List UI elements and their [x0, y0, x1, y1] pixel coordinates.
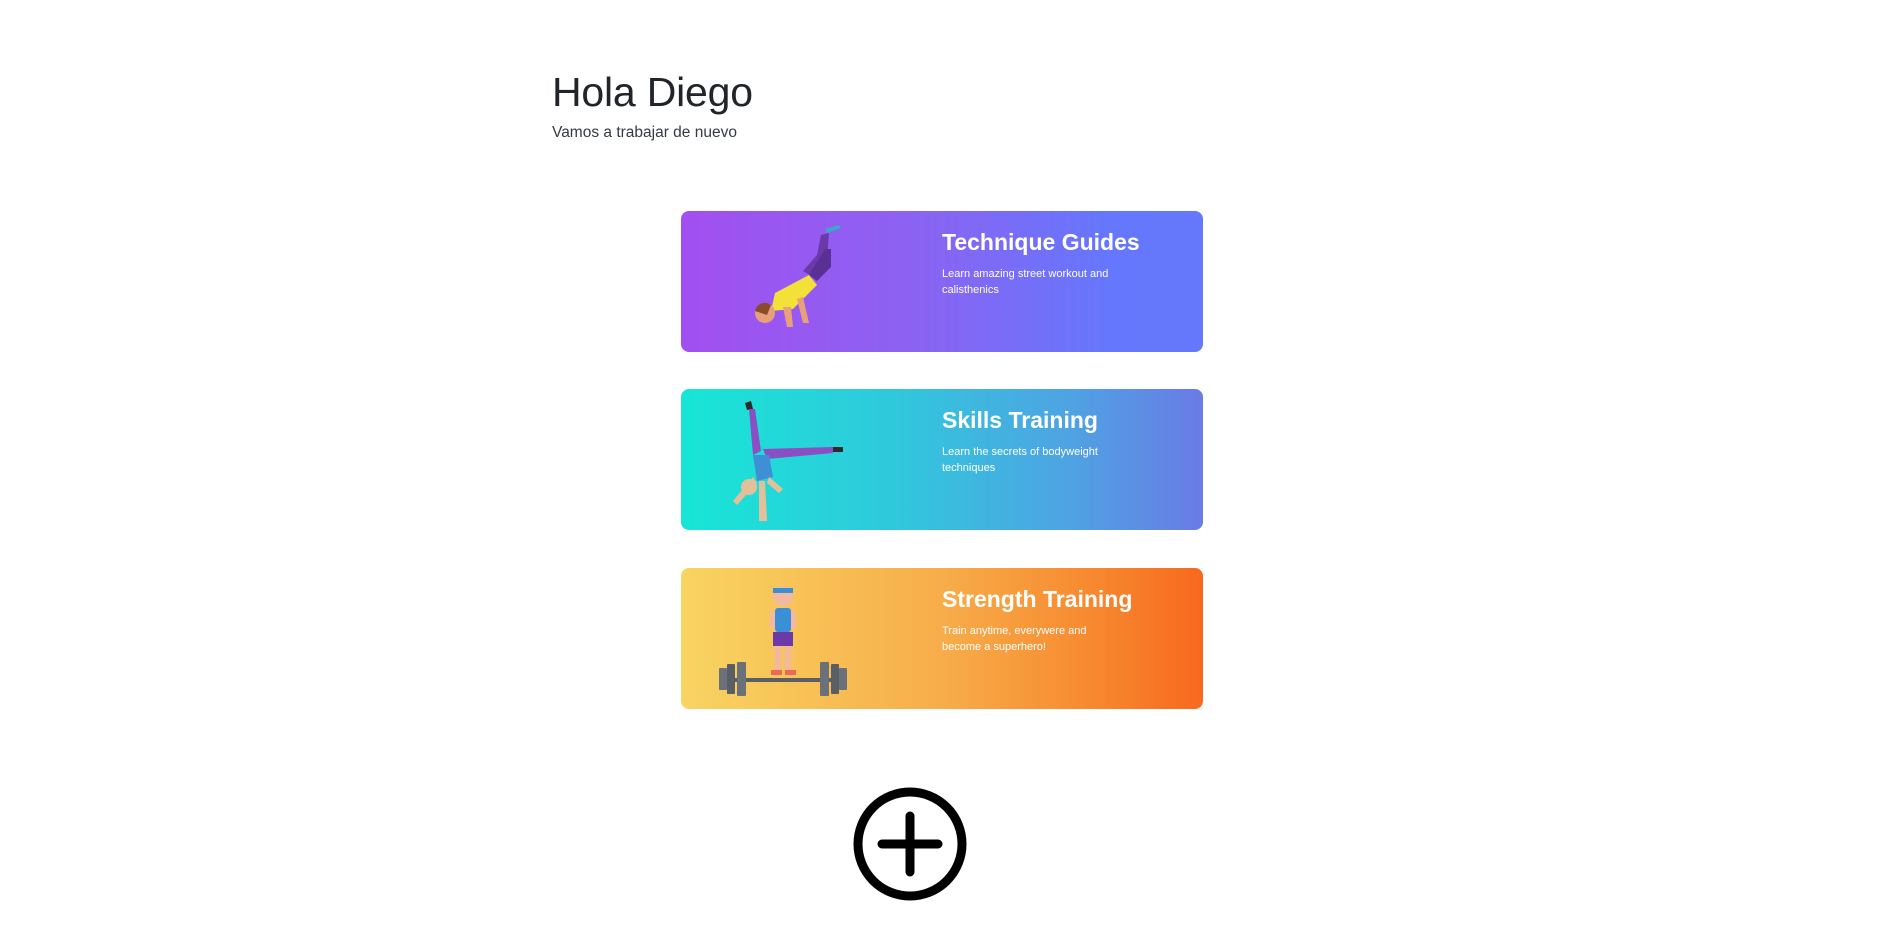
technique-guides-card[interactable]: Technique Guides Learn amazing street wo… — [681, 211, 1203, 352]
handstand-athlete-illustration — [755, 225, 841, 327]
card-title: Strength Training — [942, 586, 1133, 612]
plus-circle-icon — [853, 787, 967, 901]
card-text: Skills Training Learn the secrets of bod… — [942, 407, 1142, 476]
card-text: Technique Guides Learn amazing street wo… — [942, 229, 1142, 298]
skills-training-card[interactable]: Skills Training Learn the secrets of bod… — [681, 389, 1203, 530]
greeting-title: Hola Diego — [552, 69, 753, 115]
one-arm-handstand-athlete-illustration — [733, 401, 843, 521]
card-description: Learn the secrets of bodyweight techniqu… — [942, 446, 1098, 474]
strength-training-card[interactable]: Strength Training Train anytime, everywe… — [681, 568, 1203, 709]
greeting-subtitle: Vamos a trabajar de nuevo — [552, 124, 737, 141]
page-header: Hola Diego Vamos a trabajar de nuevo — [552, 66, 753, 142]
card-title: Skills Training — [942, 407, 1098, 433]
card-title: Technique Guides — [942, 229, 1140, 255]
add-button[interactable] — [852, 786, 968, 902]
card-description: Train anytime, everywere and become a su… — [942, 625, 1087, 653]
card-text: Strength Training Train anytime, everywe… — [942, 586, 1142, 655]
card-description: Learn amazing street workout and calisth… — [942, 268, 1109, 296]
weightlifter-illustration — [719, 586, 847, 696]
